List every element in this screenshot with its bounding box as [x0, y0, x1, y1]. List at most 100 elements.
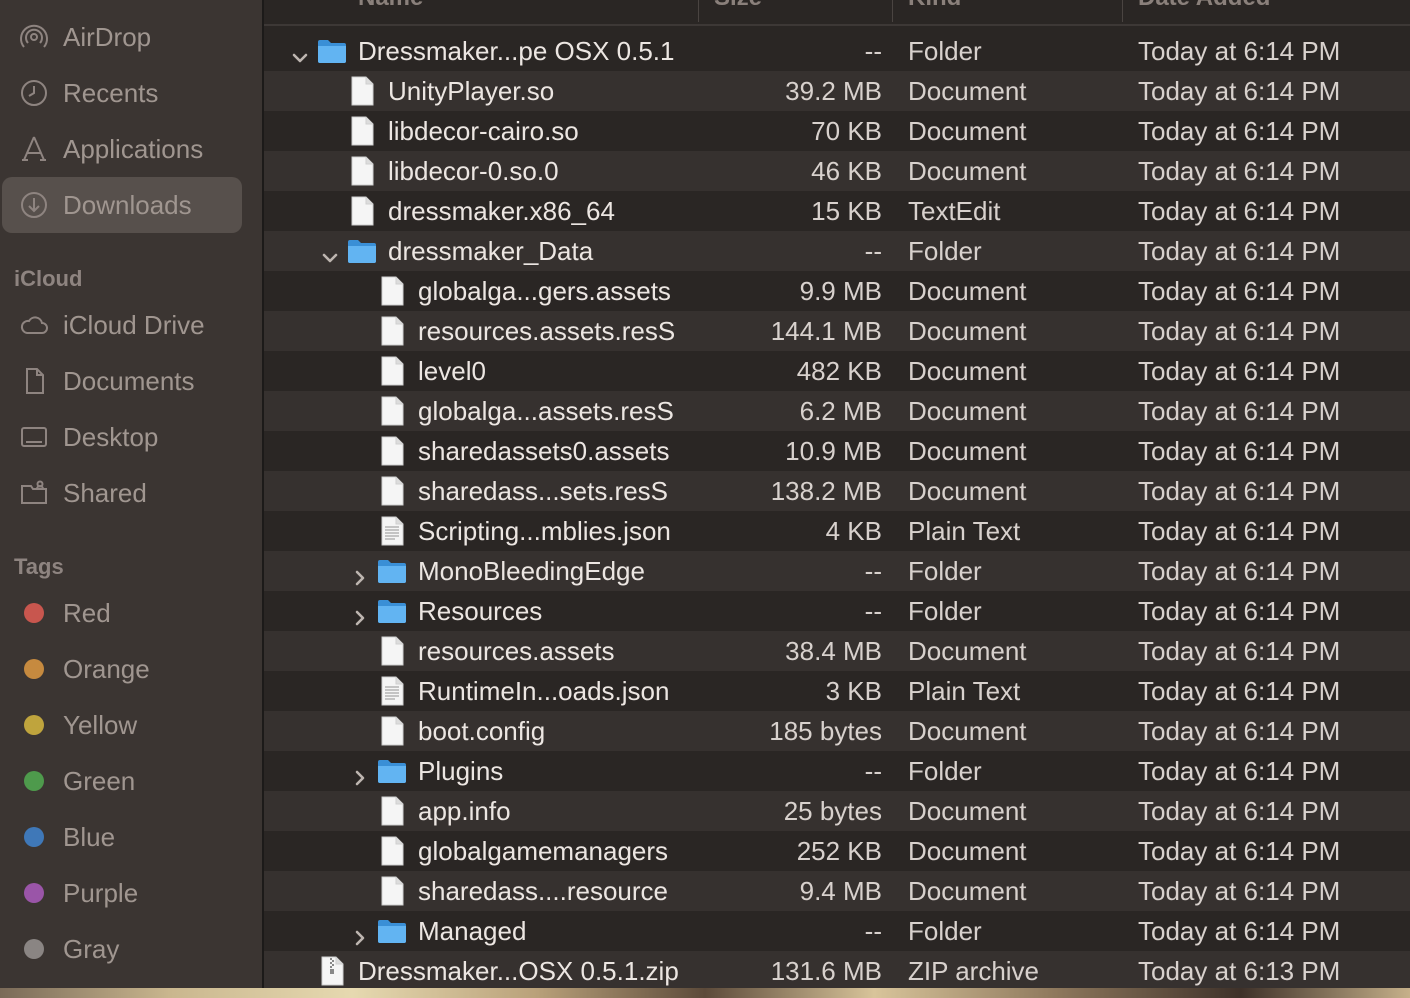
file-size: 10.9 MB: [785, 436, 882, 466]
tag-dot-icon: [24, 603, 44, 623]
sidebar-item-airdrop[interactable]: AirDrop: [2, 9, 242, 65]
file-size: 138.2 MB: [770, 476, 882, 506]
sidebar-tag-red[interactable]: Red: [2, 585, 242, 641]
file-date-added: Today at 6:14 PM: [1138, 916, 1341, 946]
folder-icon: [316, 35, 348, 67]
table-row[interactable]: libdecor-0.so.0 46 KB Document Today at 6:1…: [264, 151, 1410, 191]
desktop-icon: [17, 420, 51, 454]
sidebar-tag-orange[interactable]: Orange: [2, 641, 242, 697]
file-size: 144.1 MB: [770, 316, 882, 346]
table-row[interactable]: resources.assets 38.4 MB Document Today at …: [264, 631, 1410, 671]
zip-archive-icon: [316, 955, 348, 987]
file-kind: Folder: [908, 916, 982, 946]
sidebar-item-label: Green: [63, 765, 136, 796]
table-row[interactable]: dressmaker_Data -- Folder Today at 6:14 PM: [264, 231, 1410, 271]
file-kind: Document: [908, 276, 1027, 306]
sidebar-item-label: Recents: [63, 77, 159, 108]
column-divider[interactable]: [1122, 0, 1123, 22]
tag-dot-icon: [24, 771, 44, 791]
sidebar-item-recents[interactable]: Recents: [2, 65, 242, 121]
sidebar-item-shared[interactable]: Shared: [2, 465, 242, 521]
file-size: --: [864, 756, 882, 786]
file-name: resources.assets.resS: [418, 316, 676, 346]
table-row[interactable]: boot.config 185 bytes Document Today at 6:1…: [264, 711, 1410, 751]
table-row[interactable]: Dressmaker...OSX 0.5.1.zip 131.6 MB ZIP ar…: [264, 951, 1410, 988]
document-file-icon: [376, 355, 408, 387]
chevron-right-icon[interactable]: [349, 600, 371, 626]
table-row[interactable]: Dressmaker...pe OSX 0.5.1 -- Folder Today a…: [264, 31, 1410, 71]
table-row[interactable]: sharedass....resource 9.4 MB Document Today…: [264, 871, 1410, 911]
column-header-name[interactable]: Name: [358, 0, 423, 12]
chevron-down-icon[interactable]: [319, 240, 341, 263]
file-kind: Document: [908, 76, 1027, 106]
sidebar-item-label: Orange: [63, 653, 150, 684]
table-row[interactable]: Resources -- Folder Today at 6:14 PM: [264, 591, 1410, 631]
table-row[interactable]: globalga...assets.resS 6.2 MB Document Toda…: [264, 391, 1410, 431]
file-date-added: Today at 6:14 PM: [1138, 716, 1341, 746]
sidebar-tag-yellow[interactable]: Yellow: [2, 697, 242, 753]
finder-window: AirDrop Recents Applications Downloads i…: [0, 0, 1410, 988]
file-size: --: [864, 596, 882, 626]
table-row[interactable]: UnityPlayer.so 39.2 MB Document Today at 6:…: [264, 71, 1410, 111]
file-size: 39.2 MB: [785, 76, 882, 106]
file-kind: Document: [908, 796, 1027, 826]
sidebar-item-label: Shared: [63, 477, 147, 508]
sidebar-item-documents[interactable]: Documents: [2, 353, 242, 409]
table-row[interactable]: app.info 25 bytes Document Today at 6:14 PM: [264, 791, 1410, 831]
shared-folder-icon: [17, 476, 51, 510]
sidebar-tag-gray[interactable]: Gray: [2, 921, 242, 977]
sidebar-item-downloads[interactable]: Downloads: [2, 177, 242, 233]
file-name: sharedassets0.assets: [418, 436, 670, 466]
file-size: 38.4 MB: [785, 636, 882, 666]
sidebar-item-label: Applications: [63, 133, 204, 164]
document-file-icon: [376, 835, 408, 867]
chevron-right-icon[interactable]: [349, 760, 371, 786]
sidebar-item-label: Desktop: [63, 421, 159, 452]
sidebar-item-label: Documents: [63, 365, 195, 396]
table-row[interactable]: Scripting...mblies.json 4 KB Plain Text Tod…: [264, 511, 1410, 551]
table-row[interactable]: Managed -- Folder Today at 6:14 PM: [264, 911, 1410, 951]
file-kind: Folder: [908, 556, 982, 586]
sidebar-tag-purple[interactable]: Purple: [2, 865, 242, 921]
table-row[interactable]: RuntimeIn...oads.json 3 KB Plain Text Today…: [264, 671, 1410, 711]
column-divider[interactable]: [892, 0, 893, 22]
table-row[interactable]: sharedassets0.assets 10.9 MB Document Today…: [264, 431, 1410, 471]
file-size: 46 KB: [811, 156, 882, 186]
sidebar-tag-green[interactable]: Green: [2, 753, 242, 809]
table-row[interactable]: libdecor-cairo.so 70 KB Document Today at 6…: [264, 111, 1410, 151]
file-name: Scripting...mblies.json: [418, 516, 671, 546]
file-name: globalgamemanagers: [418, 836, 669, 866]
table-row[interactable]: level0 482 KB Document Today at 6:14 PM: [264, 351, 1410, 391]
table-row[interactable]: resources.assets.resS 144.1 MB Document Tod…: [264, 311, 1410, 351]
sidebar-item-label: Downloads: [63, 189, 192, 220]
document-file-icon: [376, 875, 408, 907]
document-file-icon: [346, 155, 378, 187]
sidebar-tag-blue[interactable]: Blue: [2, 809, 242, 865]
table-row[interactable]: dressmaker.x86_64 15 KB TextEdit Today at 6…: [264, 191, 1410, 231]
column-header-date-added[interactable]: Date Added: [1138, 0, 1270, 12]
column-header-size[interactable]: Size: [714, 0, 762, 12]
file-size: 4 KB: [825, 516, 882, 546]
file-name: RuntimeIn...oads.json: [418, 676, 670, 706]
chevron-right-icon[interactable]: [349, 920, 371, 946]
file-size: 3 KB: [825, 676, 882, 706]
table-row[interactable]: globalga...gers.assets 9.9 MB Document Toda…: [264, 271, 1410, 311]
column-divider[interactable]: [698, 0, 699, 22]
sidebar-item-icloud-drive[interactable]: iCloud Drive: [2, 297, 242, 353]
table-row[interactable]: sharedass...sets.resS 138.2 MB Document Tod…: [264, 471, 1410, 511]
chevron-down-icon[interactable]: [289, 40, 311, 63]
sidebar-item-desktop[interactable]: Desktop: [2, 409, 242, 465]
chevron-right-icon[interactable]: [349, 560, 371, 586]
column-header-kind[interactable]: Kind: [908, 0, 961, 12]
sidebar-item-label: iCloud Drive: [63, 309, 205, 340]
folder-icon: [376, 755, 408, 787]
file-name: Managed: [418, 916, 527, 946]
table-row[interactable]: MonoBleedingEdge -- Folder Today at 6:14 PM: [264, 551, 1410, 591]
file-size: 15 KB: [811, 196, 882, 226]
file-date-added: Today at 6:14 PM: [1138, 516, 1341, 546]
table-row[interactable]: Plugins -- Folder Today at 6:14 PM: [264, 751, 1410, 791]
file-kind: Plain Text: [908, 516, 1021, 546]
table-row[interactable]: globalgamemanagers 252 KB Document Today at…: [264, 831, 1410, 871]
file-size: --: [864, 36, 882, 66]
sidebar-item-applications[interactable]: Applications: [2, 121, 242, 177]
